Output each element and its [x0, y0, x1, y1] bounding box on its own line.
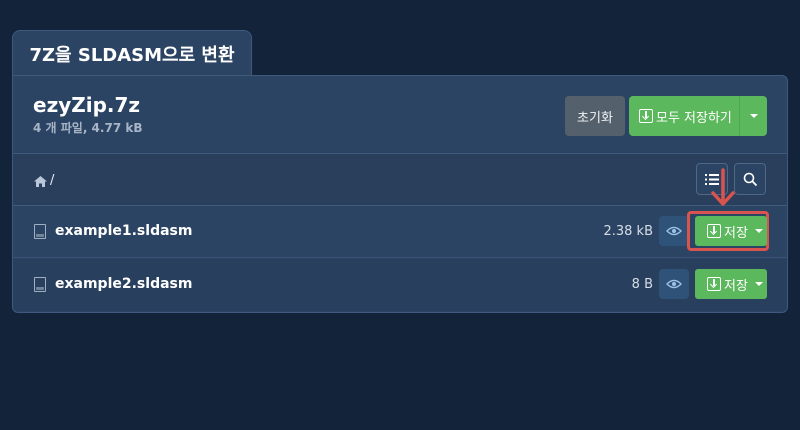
save-all-label: 모두 저장하기: [656, 110, 732, 126]
archive-meta: 4 개 파일, 4.77 kB: [33, 121, 143, 135]
save-button-label: 저장: [724, 278, 748, 294]
archive-panel: ezyZip.7z 4 개 파일, 4.77 kB 초기화 모두 저장하기 /: [12, 75, 788, 313]
save-button-label: 저장: [724, 225, 748, 241]
save-all-dropdown[interactable]: [739, 96, 767, 136]
save-button[interactable]: 저장: [695, 216, 767, 246]
file-size: 2.38 kB: [603, 224, 653, 239]
save-dropdown[interactable]: [750, 216, 767, 246]
save-button-main[interactable]: 저장: [695, 269, 750, 299]
file-name[interactable]: example2.sldasm: [55, 276, 192, 292]
save-all-button[interactable]: 모두 저장하기: [629, 96, 767, 136]
eye-icon: [666, 226, 682, 236]
search-button[interactable]: [734, 163, 766, 195]
file-name[interactable]: example1.sldasm: [55, 223, 192, 239]
download-icon: [707, 224, 721, 238]
preview-button[interactable]: [659, 269, 689, 299]
save-all-main[interactable]: 모두 저장하기: [629, 96, 739, 136]
file-row: example1.sldasm 2.38 kB 저장: [13, 206, 787, 258]
arrow-down-icon: [711, 168, 735, 206]
download-icon: [639, 109, 653, 123]
tab-title: 7Z을 SLDASM으로 변환: [29, 44, 235, 66]
breadcrumb[interactable]: /: [50, 173, 54, 188]
reset-button[interactable]: 초기화: [565, 96, 625, 136]
caret-down-icon: [754, 282, 763, 286]
file-size: 8 B: [631, 277, 653, 292]
search-icon: [743, 172, 757, 186]
path-toolbar: /: [13, 154, 787, 206]
archive-header: ezyZip.7z 4 개 파일, 4.77 kB 초기화 모두 저장하기: [13, 76, 787, 154]
reset-button-label: 초기화: [577, 110, 613, 126]
save-dropdown[interactable]: [750, 269, 767, 299]
file-icon: [34, 277, 46, 292]
caret-down-icon: [749, 114, 758, 118]
file-icon: [34, 224, 46, 239]
save-button[interactable]: 저장: [695, 269, 767, 299]
file-row: example2.sldasm 8 B 저장: [13, 259, 787, 311]
save-button-main[interactable]: 저장: [695, 216, 750, 246]
caret-down-icon: [754, 229, 763, 233]
preview-button[interactable]: [659, 216, 689, 246]
archive-name: ezyZip.7z: [33, 93, 141, 117]
tab-converter-title[interactable]: 7Z을 SLDASM으로 변환: [12, 30, 252, 76]
download-icon: [707, 277, 721, 291]
eye-icon: [666, 279, 682, 289]
home-icon[interactable]: [34, 176, 47, 187]
